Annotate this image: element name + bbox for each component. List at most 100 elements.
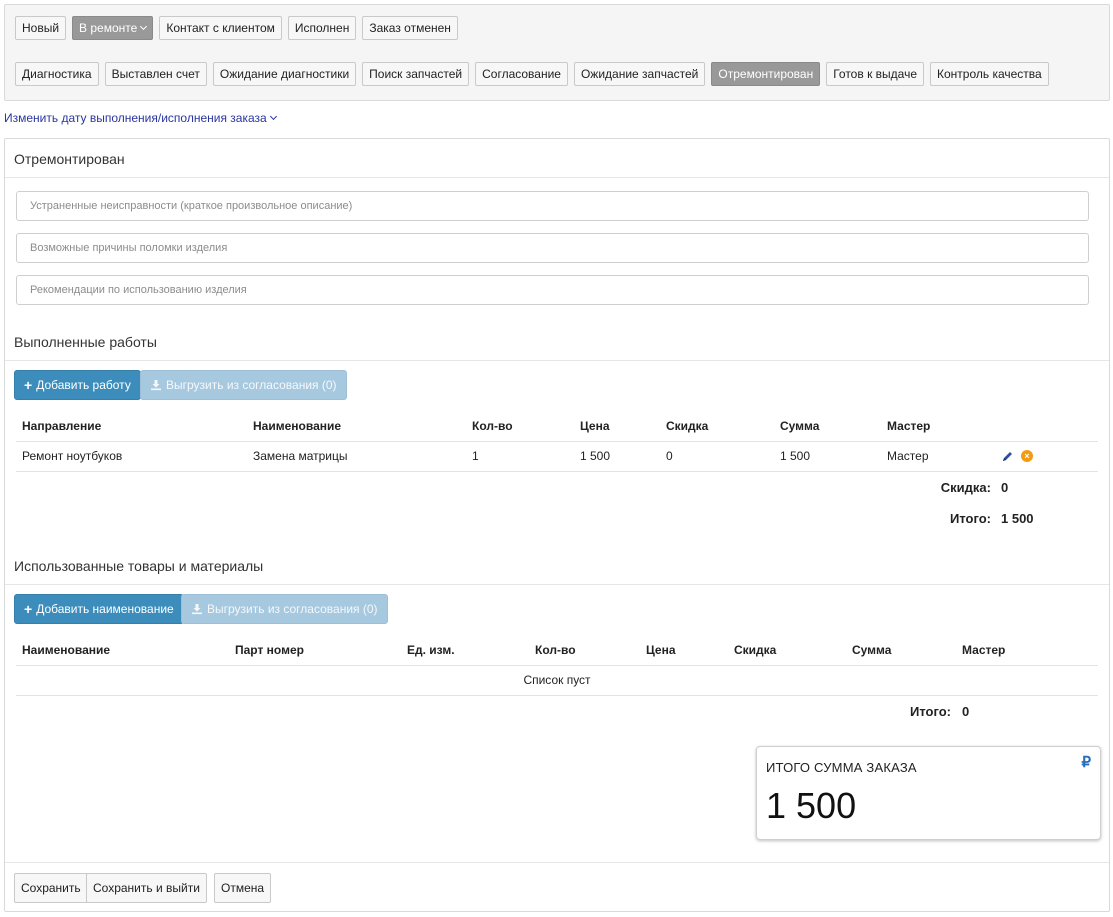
discount-value: 0	[1001, 480, 1009, 495]
export-works-button[interactable]: Выгрузить из согласования (0)	[140, 370, 347, 400]
divider	[5, 360, 1109, 361]
divider	[5, 177, 1109, 178]
download-icon	[192, 604, 202, 615]
status-label: Заказ отменен	[369, 21, 451, 35]
ruble-icon: ₽	[1081, 754, 1091, 771]
status-label: Контакт с клиентом	[166, 21, 275, 35]
substatus-quality-control[interactable]: Контроль качества	[930, 62, 1049, 86]
materials-total-value: 0	[962, 704, 970, 719]
main-status-row: Новый В ремонте Контакт с клиентом Испол…	[15, 16, 458, 40]
substatus-label: Согласование	[482, 67, 561, 81]
repair-form-panel: Отремонтирован Выполненные работы +Добав…	[4, 138, 1110, 912]
save-label: Сохранить	[21, 881, 81, 895]
sub-status-row: Диагностика Выставлен счет Ожидание диаг…	[15, 62, 1049, 86]
works-total-value: 1 500	[1001, 511, 1034, 526]
cell-direction: Ремонт ноутбуков	[22, 449, 123, 463]
section-title: Отремонтирован	[14, 151, 125, 167]
status-panel: Новый В ремонте Контакт с клиентом Испол…	[4, 4, 1110, 101]
edit-pencil-icon[interactable]	[1002, 450, 1014, 462]
cell-name: Замена матрицы	[253, 449, 348, 463]
divider	[16, 441, 1098, 442]
order-total-card: ИТОГО СУММА ЗАКАЗА 1 500 ₽	[756, 746, 1101, 840]
col-header: Наименование	[22, 643, 111, 657]
divider	[16, 695, 1098, 696]
col-header: Цена	[580, 419, 610, 433]
cell-discount: 0	[666, 449, 673, 463]
status-label: Исполнен	[294, 21, 350, 35]
substatus-label: Поиск запчастей	[369, 67, 463, 81]
plus-icon: +	[24, 377, 33, 393]
substatus-parts-search[interactable]: Поиск запчастей	[362, 62, 470, 86]
col-header: Сумма	[852, 643, 892, 657]
plus-icon: +	[24, 601, 33, 617]
chevron-down-icon	[140, 22, 148, 31]
delete-icon[interactable]: ×	[1021, 450, 1033, 462]
usage-recommendations-input[interactable]	[16, 275, 1089, 305]
cell-price: 1 500	[580, 449, 611, 463]
status-button-cancelled[interactable]: Заказ отменен	[362, 16, 458, 40]
status-label: В ремонте	[79, 21, 138, 35]
works-section-title: Выполненные работы	[14, 334, 157, 350]
empty-list-text: Список пуст	[523, 673, 591, 687]
col-header: Наименование	[253, 419, 342, 433]
add-item-label: Добавить наименование	[36, 602, 174, 616]
substatus-invoice[interactable]: Выставлен счет	[104, 62, 207, 86]
status-button-contact-client[interactable]: Контакт с клиентом	[159, 16, 282, 40]
substatus-label: Ожидание диагностики	[219, 67, 350, 81]
divider	[16, 471, 1098, 472]
order-total-value: 1 500	[766, 785, 857, 826]
col-header: Мастер	[887, 419, 931, 433]
col-header: Скидка	[666, 419, 709, 433]
cell-sum: 1 500	[780, 449, 811, 463]
col-header: Ед. изм.	[407, 643, 455, 657]
order-total-label: ИТОГО СУММА ЗАКАЗА	[766, 760, 917, 775]
works-total-label: Итого:	[950, 511, 991, 526]
substatus-waiting-diagnostics[interactable]: Ожидание диагностики	[212, 62, 357, 86]
materials-total-label: Итого:	[910, 704, 951, 719]
faults-fixed-input[interactable]	[16, 191, 1089, 221]
export-items-label: Выгрузить из согласования (0)	[207, 602, 378, 616]
change-date-link[interactable]: Изменить дату выполнения/исполнения зака…	[4, 111, 277, 125]
materials-section-title: Использованные товары и материалы	[14, 558, 264, 574]
add-item-button[interactable]: + Добавить наименование	[14, 594, 184, 624]
discount-label: Скидка:	[940, 480, 991, 495]
change-date-label: Изменить дату выполнения/исполнения зака…	[4, 111, 267, 125]
col-header: Мастер	[962, 643, 1006, 657]
substatus-label: Диагностика	[22, 67, 92, 81]
col-header: Скидка	[734, 643, 777, 657]
substatus-label: Готов к выдаче	[833, 67, 917, 81]
failure-causes-input[interactable]	[16, 233, 1089, 263]
col-header: Кол-во	[472, 419, 513, 433]
col-header: Сумма	[780, 419, 820, 433]
status-label: Новый	[22, 21, 60, 35]
cell-master: Мастер	[887, 449, 929, 463]
substatus-diagnostics[interactable]: Диагностика	[15, 62, 99, 86]
download-icon	[151, 380, 161, 391]
cancel-button[interactable]: Отмена	[214, 873, 272, 903]
status-button-done[interactable]: Исполнен	[287, 16, 357, 40]
substatus-waiting-parts[interactable]: Ожидание запчастей	[573, 62, 706, 86]
add-work-button[interactable]: + Добавить работу	[14, 370, 141, 400]
status-button-new[interactable]: Новый	[15, 16, 67, 40]
chevron-down-icon	[269, 112, 277, 121]
divider	[5, 862, 1109, 863]
export-items-button[interactable]: Выгрузить из согласования (0)	[181, 594, 388, 624]
cancel-label: Отмена	[221, 881, 265, 895]
substatus-repaired[interactable]: Отремонтирован	[711, 62, 821, 86]
add-work-label: Добавить работу	[36, 378, 131, 392]
substatus-ready[interactable]: Готов к выдаче	[826, 62, 924, 86]
substatus-label: Ожидание запчастей	[580, 67, 699, 81]
substatus-label: Контроль качества	[937, 67, 1042, 81]
status-button-in-repair[interactable]: В ремонте	[72, 16, 154, 40]
col-header: Кол-во	[535, 643, 576, 657]
save-exit-label: Сохранить и выйти	[93, 881, 200, 895]
divider	[5, 584, 1109, 585]
col-header: Цена	[646, 643, 676, 657]
divider	[16, 665, 1098, 666]
save-button[interactable]: Сохранить	[14, 873, 88, 903]
save-exit-button[interactable]: Сохранить и выйти	[86, 873, 207, 903]
export-works-label: Выгрузить из согласования (0)	[166, 378, 337, 392]
cell-qty: 1	[472, 449, 479, 463]
substatus-label: Отремонтирован	[718, 67, 814, 81]
substatus-approval[interactable]: Согласование	[475, 62, 568, 86]
